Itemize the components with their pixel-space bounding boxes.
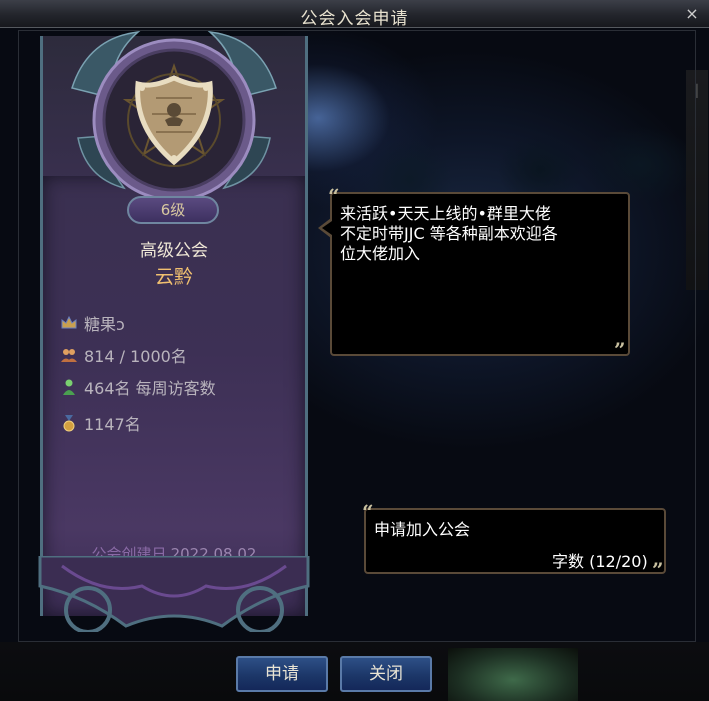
close-button[interactable]: 关闭 xyxy=(340,656,432,692)
guild-announcement: 来活跃•天天上线的•群里大佬 不定时带JJC 等各种副本欢迎各 位大佬加入 xyxy=(340,204,558,263)
application-text[interactable]: 申请加入公会 xyxy=(374,516,470,540)
people-icon xyxy=(60,346,78,364)
char-count: 字数 (12/20) xyxy=(552,552,648,571)
card-bottom-ornament xyxy=(32,554,316,636)
bubble-tail-inner xyxy=(322,221,332,235)
guild-rank-position: 1147名 xyxy=(84,415,141,434)
apply-button[interactable]: 申请 xyxy=(236,656,328,692)
medal-icon xyxy=(60,414,78,432)
person-icon xyxy=(60,378,78,396)
apply-quote-close-icon: ” xyxy=(652,558,664,582)
guild-members: 814 / 1000名 xyxy=(84,347,187,366)
guild-card: 6级 高级公会 云黔 糖果ͻ 814 / 1000名 464名 每周访客数 11… xyxy=(38,30,310,636)
members-row: 814 / 1000名 xyxy=(60,344,187,366)
guild-leader: 糖果ͻ xyxy=(84,315,125,334)
window-title: 公会入会申请 xyxy=(300,9,409,29)
title-bar: 公会入会申请 × xyxy=(0,0,709,29)
guild-rank: 高级公会 xyxy=(140,241,208,261)
guild-weekly-visitors: 464名 每周访客数 xyxy=(84,379,216,398)
shield-emblem-icon xyxy=(68,28,280,222)
guild-level-badge: 6级 xyxy=(127,196,219,224)
close-icon[interactable]: × xyxy=(682,4,702,24)
quote-close-icon: ” xyxy=(614,338,626,362)
rank-row: 1147名 xyxy=(60,412,141,434)
quote-open-icon: “ xyxy=(328,184,340,208)
leader-row: 糖果ͻ xyxy=(60,312,125,334)
crown-icon xyxy=(60,314,78,332)
visitors-row: 464名 每周访客数 xyxy=(60,376,216,398)
bottom-decoration xyxy=(448,648,578,701)
apply-quote-open-icon: “ xyxy=(362,500,374,524)
guild-name: 云黔 xyxy=(154,266,193,288)
